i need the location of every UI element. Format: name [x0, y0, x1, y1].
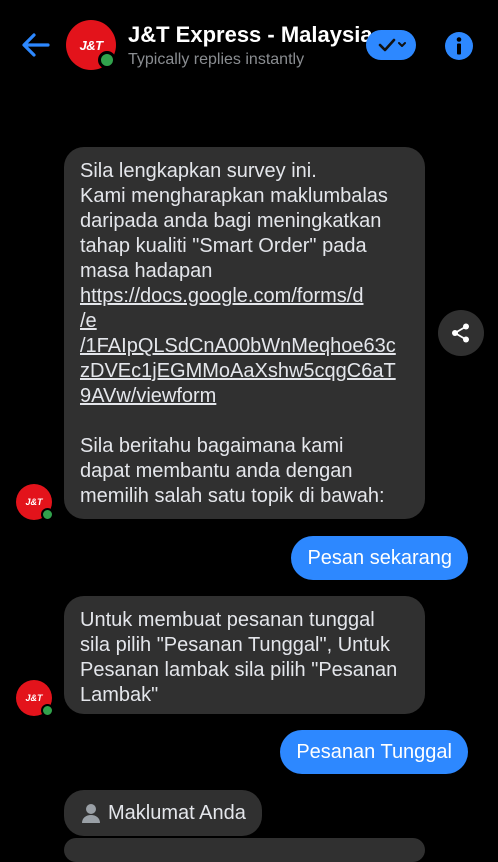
share-icon — [452, 323, 469, 343]
sent-message: Pesan sekarang — [291, 536, 468, 580]
profile-info-message[interactable]: Maklumat Anda — [64, 790, 262, 836]
response-status: Typically replies instantly — [128, 51, 305, 68]
checkmark-icon — [378, 38, 406, 52]
online-status-dot — [41, 508, 54, 521]
jt-logo: J&T — [79, 37, 103, 53]
sender-avatar[interactable]: J&T — [16, 484, 54, 521]
sent-message: Pesanan Tunggal — [280, 730, 468, 774]
info-icon[interactable] — [444, 31, 474, 61]
page-avatar[interactable]: J&T — [66, 20, 116, 70]
sender-avatar[interactable]: J&T — [16, 680, 54, 717]
survey-message: Sila lengkapkan survey ini. Kami menghar… — [64, 147, 425, 519]
survey-link[interactable]: zDVEc1jEGMMoAaXshw5cqgC6aT — [80, 359, 409, 384]
person-icon — [82, 804, 100, 823]
page-title[interactable]: J&T Express - Malaysia — [128, 22, 373, 48]
chat-header: J&T J&T Express - Malaysia Typically rep… — [0, 0, 498, 88]
profile-label: Maklumat Anda — [108, 801, 246, 824]
survey-link[interactable]: 9AVw/viewform — [80, 384, 409, 409]
survey-link[interactable]: https://docs.google.com/forms/d — [80, 284, 409, 309]
online-status-dot — [41, 704, 54, 717]
back-arrow-icon[interactable] — [18, 28, 52, 62]
online-status-dot — [98, 51, 116, 69]
jt-logo: J&T — [25, 497, 43, 507]
next-message-partial — [64, 838, 425, 862]
verified-badge[interactable] — [366, 30, 416, 60]
instructions-message: Untuk membuat pesanan tunggal sila pilih… — [64, 596, 425, 714]
survey-link[interactable]: /1FAIpQLSdCnA00bWnMeqhoe63c — [80, 334, 409, 359]
survey-link[interactable]: /e — [80, 309, 409, 334]
share-button[interactable] — [438, 310, 484, 356]
jt-logo: J&T — [25, 693, 43, 703]
